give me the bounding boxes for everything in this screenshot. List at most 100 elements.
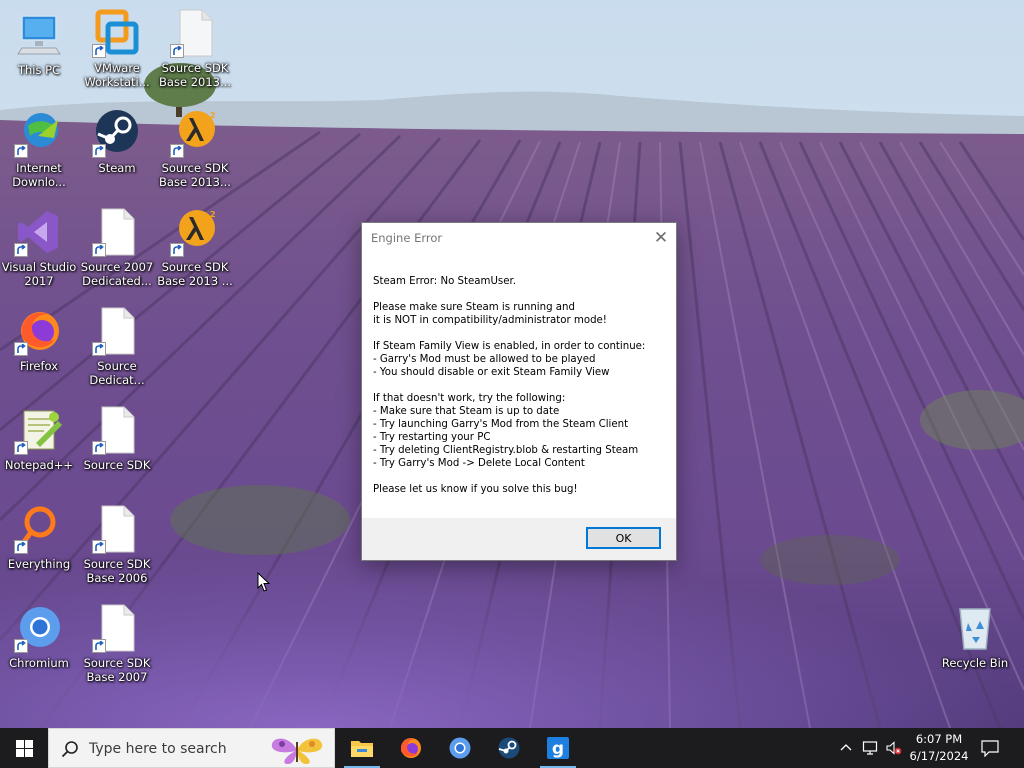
desktop-icon-firefox[interactable]: Firefox	[0, 306, 78, 373]
garrys-mod-icon: g	[547, 737, 569, 759]
shortcut-arrow-icon	[92, 144, 106, 158]
shortcut-arrow-icon	[92, 243, 106, 257]
shortcut-arrow-icon	[14, 639, 28, 653]
desktop-icon-label: Internet Downlo...	[12, 161, 66, 189]
svg-text:g: g	[552, 739, 564, 759]
desktop-icon-label: Source SDK Base 2006	[83, 557, 151, 585]
close-icon[interactable]: ✕	[646, 223, 676, 253]
taskbar: Type here to search g 6:07 PM 6/17/2024	[0, 728, 1024, 768]
network-icon[interactable]	[862, 740, 878, 756]
desktop-icon-everything[interactable]: Everything	[0, 504, 78, 571]
windows-logo-icon	[15, 739, 33, 757]
shortcut-arrow-icon	[14, 441, 28, 455]
desktop-icon-source-2007-dedicated[interactable]: Source 2007 Dedicated...	[78, 207, 156, 288]
visual-studio-icon	[14, 207, 64, 257]
svg-text:2: 2	[210, 111, 216, 120]
shortcut-arrow-icon	[14, 540, 28, 554]
desktop-icon-label: Source SDK Base 2013...	[159, 161, 231, 189]
desktop-icon-steam[interactable]: Steam	[78, 108, 156, 175]
desktop-icon-label: Source SDK	[83, 458, 151, 472]
desktop-icon-label: Source SDK Base 2013...	[159, 61, 231, 89]
action-center-icon[interactable]	[980, 739, 1000, 757]
shortcut-arrow-icon	[92, 441, 106, 455]
file-icon	[92, 306, 142, 356]
desktop-icon-label: VMware Workstati...	[84, 61, 150, 89]
shortcut-arrow-icon	[92, 44, 106, 58]
desktop-icon-label: Notepad++	[4, 458, 74, 472]
start-button[interactable]	[0, 728, 48, 768]
shortcut-arrow-icon	[92, 639, 106, 653]
desktop-icon-vmware[interactable]: VMware Workstati...	[78, 8, 156, 89]
volume-muted-icon[interactable]	[886, 740, 902, 756]
dialog-footer: OK	[362, 518, 676, 560]
desktop-icon-source-dedicated[interactable]: Source Dedicat...	[78, 306, 156, 387]
desktop-icon-label: Firefox	[19, 359, 59, 373]
globe-icon	[14, 108, 64, 158]
half-life-icon: 2	[170, 108, 220, 158]
computer-icon	[14, 10, 64, 60]
taskbar-file-explorer[interactable]	[338, 728, 386, 768]
desktop-icon-label: Everything	[7, 557, 71, 571]
desktop-icon-source-sdk-base-2013-top[interactable]: Source SDK Base 2013...	[156, 8, 234, 89]
desktop-icon-source-sdk-base-2006[interactable]: Source SDK Base 2006	[78, 504, 156, 585]
clock-date: 6/17/2024	[909, 749, 969, 763]
taskbar-steam[interactable]	[485, 728, 533, 768]
desktop-icon-source-sdk[interactable]: Source SDK	[78, 405, 156, 472]
shortcut-arrow-icon	[170, 44, 184, 58]
everything-search-icon	[14, 504, 64, 554]
desktop-icon-visual-studio[interactable]: Visual Studio 2017	[0, 207, 78, 288]
chromium-icon	[14, 603, 64, 653]
search-icon	[61, 741, 78, 758]
shortcut-arrow-icon	[92, 342, 106, 356]
vmware-icon	[92, 8, 142, 58]
engine-error-dialog: Engine Error ✕ Steam Error: No SteamUser…	[361, 222, 677, 561]
mouse-cursor-icon	[257, 572, 271, 592]
file-icon	[92, 207, 142, 257]
taskbar-garrys-mod[interactable]: g	[534, 728, 582, 768]
taskbar-clock[interactable]: 6:07 PM 6/17/2024	[902, 731, 976, 765]
desktop-icon-label: Steam	[98, 161, 136, 175]
desktop-icon-label: This PC	[17, 63, 61, 77]
file-icon	[92, 405, 142, 455]
taskbar-search-box[interactable]: Type here to search	[48, 728, 335, 768]
dialog-title: Engine Error	[371, 231, 443, 245]
shortcut-arrow-icon	[14, 243, 28, 257]
desktop-icon-label: Source 2007 Dedicated...	[80, 260, 154, 288]
desktop-icon-source-sdk-base-2013-hl2[interactable]: 2 Source SDK Base 2013 ...	[156, 207, 234, 288]
desktop-icon-notepad-plus-plus[interactable]: Notepad++	[0, 405, 78, 472]
chromium-icon	[449, 737, 471, 759]
shortcut-arrow-icon	[14, 144, 28, 158]
desktop-icon-chromium[interactable]: Chromium	[0, 603, 78, 670]
search-placeholder: Type here to search	[89, 741, 227, 757]
firefox-icon	[401, 738, 421, 758]
shortcut-arrow-icon	[170, 243, 184, 257]
desktop-icon-label: Source SDK Base 2013 ...	[157, 260, 233, 288]
chevron-up-icon[interactable]	[838, 740, 854, 756]
file-icon	[92, 504, 142, 554]
steam-icon	[498, 737, 520, 759]
file-icon	[170, 8, 220, 58]
desktop-icon-this-pc[interactable]: This PC	[0, 10, 78, 77]
desktop-icon-recycle-bin[interactable]: Recycle Bin	[936, 603, 1014, 670]
taskbar-firefox[interactable]	[387, 728, 435, 768]
dialog-message: Steam Error: No SteamUser. Please make s…	[373, 276, 646, 495]
ok-button[interactable]: OK	[586, 527, 661, 549]
notepad-plus-plus-icon	[14, 405, 64, 455]
dialog-titlebar[interactable]: Engine Error ✕	[362, 223, 676, 253]
recycle-bin-icon	[950, 603, 1000, 653]
desktop-icon-label: Recycle Bin	[941, 656, 1009, 670]
svg-text:2: 2	[210, 210, 216, 219]
desktop-icon-label: Source Dedicat...	[89, 359, 145, 387]
desktop-icon-internet-download-manager[interactable]: Internet Downlo...	[0, 108, 78, 189]
desktop-icon-source-sdk-base-2007[interactable]: Source SDK Base 2007	[78, 603, 156, 684]
half-life-icon: 2	[170, 207, 220, 257]
shortcut-arrow-icon	[170, 144, 184, 158]
taskbar-chromium[interactable]	[436, 728, 484, 768]
steam-icon	[92, 108, 142, 158]
desktop-icon-label: Chromium	[9, 656, 69, 670]
file-explorer-icon	[351, 741, 373, 757]
file-icon	[92, 603, 142, 653]
desktop-icon-source-sdk-base-2013-hl[interactable]: 2 Source SDK Base 2013...	[156, 108, 234, 189]
search-highlight-butterfly-icon	[271, 738, 323, 764]
desktop-icon-label: Source SDK Base 2007	[83, 656, 151, 684]
